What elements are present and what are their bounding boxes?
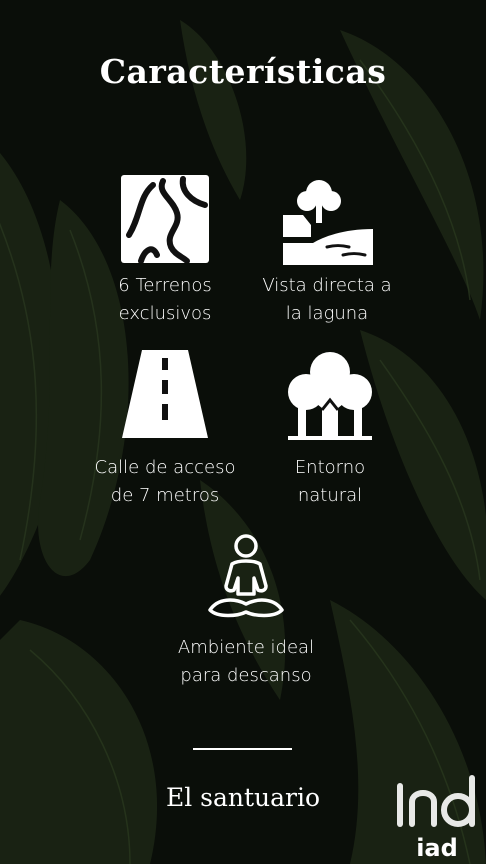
trees-icon — [288, 352, 372, 440]
feature-label-entorno: Entorno natural — [294, 457, 366, 506]
map-terrain-icon — [121, 175, 209, 263]
page-title: Características — [99, 52, 387, 91]
foliage-background — [0, 0, 486, 864]
road-icon — [122, 350, 208, 438]
feature-label-ambiente: Ambiente ideal para descanso — [177, 637, 315, 686]
lagoon-view-icon — [283, 180, 373, 265]
divider — [193, 748, 292, 750]
iad-logo-text: iad — [416, 834, 458, 860]
feature-label-laguna: Vista directa a la laguna — [262, 275, 392, 324]
meditation-icon — [208, 534, 284, 618]
iad-logo: iad — [397, 775, 475, 860]
